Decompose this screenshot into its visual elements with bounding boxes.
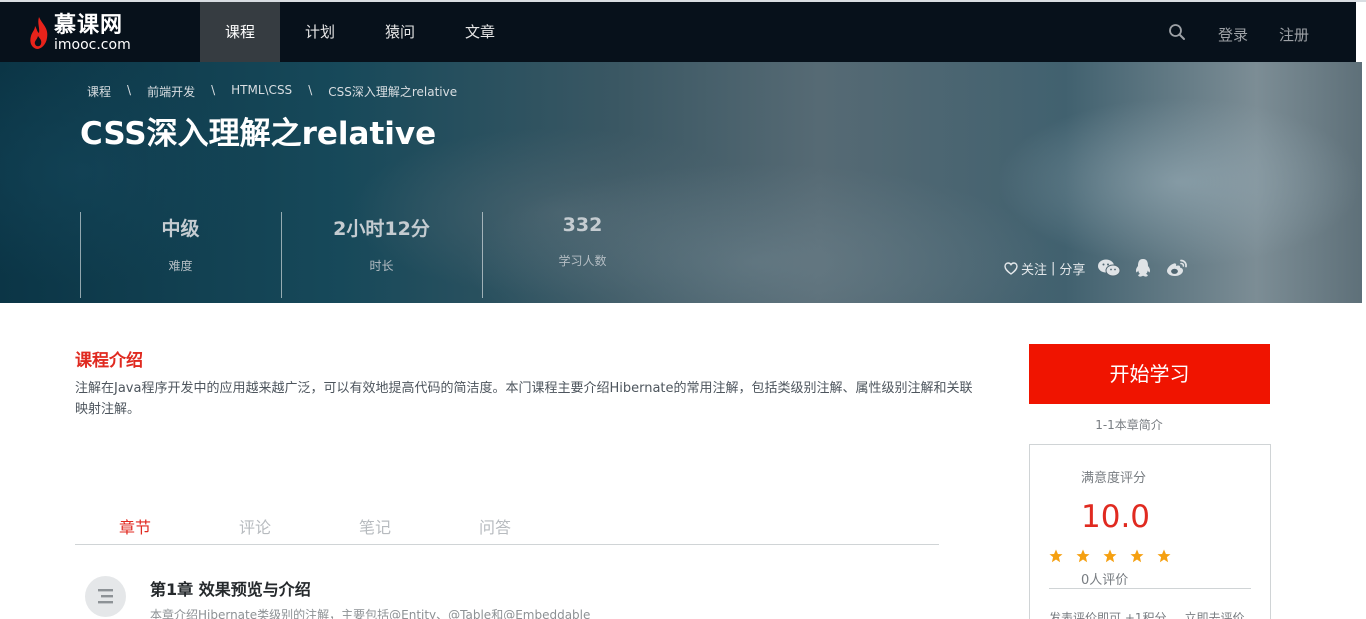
chapter-title[interactable]: 第1章 效果预览与介绍 — [150, 576, 311, 600]
rating-score: 10.0 — [1081, 499, 1151, 535]
main-nav: 课程 计划 猿问 文章 — [200, 2, 520, 62]
chapter-description: 本章介绍Hibernate类级别的注解，主要包括@Entity、@Table和@… — [150, 608, 591, 619]
next-section-link[interactable]: 1-1本章简介 — [1029, 416, 1229, 433]
nav-item-courses[interactable]: 课程 — [200, 2, 280, 62]
nav-item-qa[interactable]: 猿问 — [360, 2, 440, 62]
wechat-icon[interactable] — [1097, 258, 1121, 278]
logo-text-cn: 慕课网 — [54, 12, 124, 38]
rating-panel: 满意度评分 10.0 0人评价 发表评价即可 +1积分 立即去评价 — [1029, 444, 1271, 619]
breadcrumb-item-frontend[interactable]: 前端开发 — [147, 83, 195, 100]
register-link[interactable]: 注册 — [1279, 24, 1309, 45]
start-learning-button[interactable]: 开始学习 — [1029, 344, 1270, 404]
course-tabs: 章节 评论 笔记 问答 — [75, 514, 939, 545]
star-icon — [1130, 549, 1144, 563]
rating-footer-text: 发表评价即可 +1积分 — [1049, 611, 1167, 619]
nav-item-plans[interactable]: 计划 — [280, 2, 360, 62]
stat-label: 时长 — [369, 259, 394, 273]
course-banner: 课程 \ 前端开发 \ HTML\CSS \ CSS深入理解之relative … — [0, 62, 1366, 303]
login-link[interactable]: 登录 — [1218, 24, 1248, 45]
star-icon — [1157, 549, 1171, 563]
qq-icon[interactable] — [1131, 258, 1155, 278]
breadcrumb-item-courses[interactable]: 课程 — [87, 83, 111, 100]
stat-difficulty: 中级 难度 — [80, 212, 280, 298]
chapter-icon — [85, 576, 126, 617]
breadcrumb-separator: \ — [211, 83, 216, 97]
search-icon[interactable] — [1168, 23, 1186, 41]
breadcrumb: 课程 \ 前端开发 \ HTML\CSS \ CSS深入理解之relative — [87, 83, 457, 100]
stat-label: 学习人数 — [558, 254, 607, 268]
tab-comments[interactable]: 评论 — [195, 514, 315, 544]
stat-learners: 332 学习人数 — [482, 212, 682, 298]
rating-label: 满意度评分 — [1081, 471, 1147, 486]
star-rating — [1049, 549, 1184, 563]
heart-icon[interactable] — [1004, 261, 1018, 275]
breadcrumb-separator: \ — [308, 83, 313, 97]
stat-value: 中级 — [161, 218, 200, 240]
banner-edge — [1362, 62, 1366, 303]
nav-item-articles[interactable]: 文章 — [440, 2, 520, 62]
top-navbar: 慕课网 imooc.com 课程 计划 猿问 文章 登录 注册 — [0, 0, 1366, 64]
stat-value: 332 — [562, 214, 603, 236]
divider — [1049, 588, 1251, 589]
intro-text: 注解在Java程序开发中的应用越来越广泛，可以有效地提高代码的简洁度。本门课程主… — [75, 381, 973, 417]
flame-icon — [30, 17, 48, 49]
divider: | — [1051, 260, 1056, 276]
review-count: 0人评价 — [1081, 573, 1129, 588]
list-icon — [98, 589, 113, 604]
write-review-link[interactable]: 立即去评价 — [1185, 611, 1245, 619]
logo-text-en: imooc.com — [54, 36, 131, 53]
tab-qa[interactable]: 问答 — [435, 514, 555, 544]
stat-value: 2小时12分 — [333, 218, 430, 240]
breadcrumb-item-current: CSS深入理解之relative — [328, 85, 458, 99]
page-title: CSS深入理解之relative — [80, 116, 437, 152]
stat-duration: 2小时12分 时长 — [281, 212, 481, 298]
star-icon — [1103, 549, 1117, 563]
share-label: 分享 — [1059, 262, 1086, 278]
topbar-edge — [1356, 2, 1366, 64]
tab-notes[interactable]: 笔记 — [315, 514, 435, 544]
star-icon — [1076, 549, 1090, 563]
weibo-icon[interactable] — [1165, 258, 1189, 278]
tab-chapters[interactable]: 章节 — [75, 514, 195, 544]
share-row: 关注 | 分享 — [1004, 258, 1189, 278]
intro-heading: 课程介绍 — [75, 351, 143, 371]
breadcrumb-separator: \ — [127, 83, 132, 97]
star-icon — [1049, 549, 1063, 563]
site-logo[interactable]: 慕课网 imooc.com — [28, 13, 131, 53]
stat-label: 难度 — [168, 259, 193, 273]
breadcrumb-item-htmlcss[interactable]: HTML\CSS — [231, 83, 292, 100]
rating-footer: 发表评价即可 +1积分 立即去评价 — [1049, 609, 1245, 619]
follow-button[interactable]: 关注 — [1021, 259, 1047, 278]
